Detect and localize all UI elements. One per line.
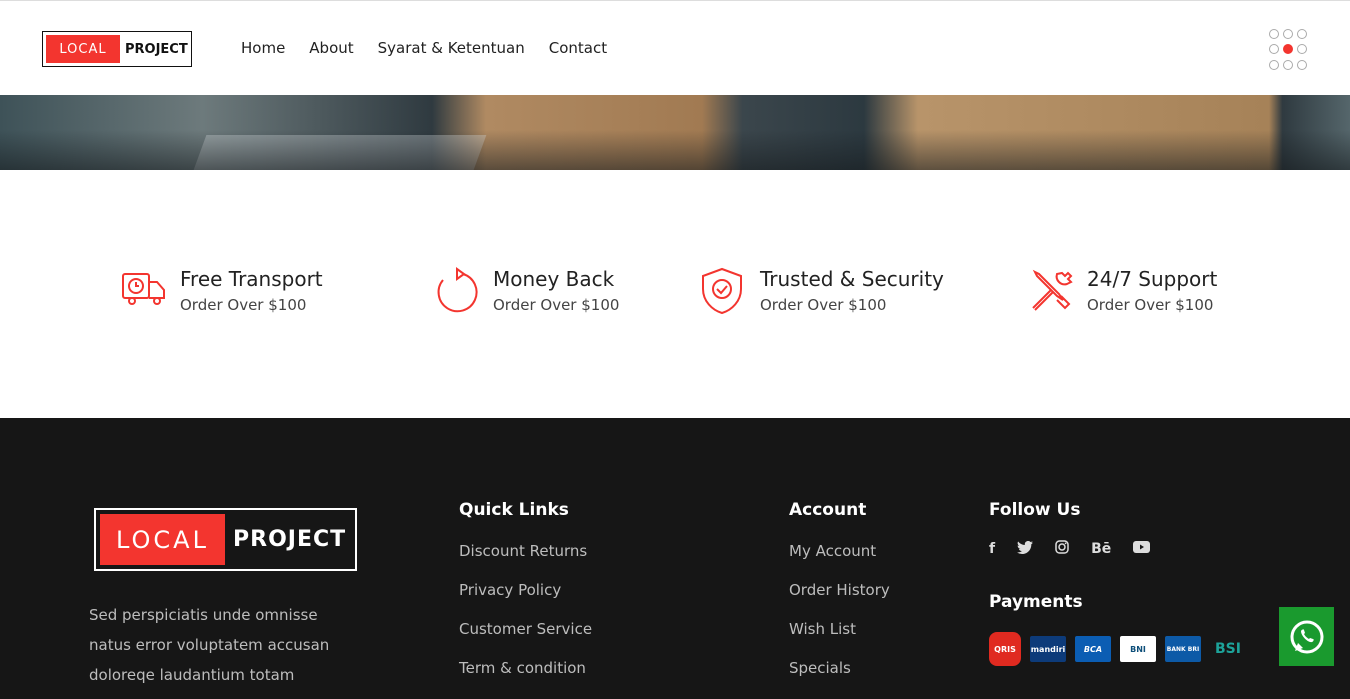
nav-contact[interactable]: Contact <box>549 39 607 57</box>
feature-title: 24/7 Support <box>1087 267 1218 291</box>
link-my-account[interactable]: My Account <box>789 542 890 581</box>
feature-subtitle: Order Over $100 <box>760 296 887 314</box>
logo-project: PROJECT <box>233 527 347 552</box>
bri-logo: BANK BRI <box>1165 636 1201 662</box>
dots-grid-icon[interactable] <box>1269 29 1311 71</box>
feature-support: 24/7 Support Order Over $100 <box>1027 266 1217 316</box>
nav-about[interactable]: About <box>309 39 353 57</box>
truck-icon <box>122 273 165 305</box>
feature-subtitle: Order Over $100 <box>493 296 620 314</box>
logo-local: LOCAL <box>100 514 225 565</box>
account-title: Account <box>789 500 867 520</box>
payment-methods: QRIS mandiri BCA BNI BANK BRI BSI <box>989 632 1255 666</box>
features-section: Free Transport Order Over $100 Money Bac… <box>0 170 1350 418</box>
link-privacy-policy[interactable]: Privacy Policy <box>459 581 592 620</box>
site-logo[interactable]: LOCAL PROJECT <box>42 31 192 67</box>
social-links: f Bē <box>989 540 1255 558</box>
link-wish-list[interactable]: Wish List <box>789 620 890 659</box>
youtube-icon[interactable] <box>1133 541 1151 557</box>
feature-trusted-security: Trusted & Security Order Over $100 <box>700 266 944 316</box>
logo-project: PROJECT <box>125 41 188 57</box>
feature-title: Trusted & Security <box>760 267 944 291</box>
follow-title: Follow Us <box>989 500 1081 520</box>
main-nav: Home About Syarat & Ketentuan Contact <box>241 39 631 57</box>
feature-title: Money Back <box>493 267 615 291</box>
logo-local: LOCAL <box>46 35 120 63</box>
link-order-history[interactable]: Order History <box>789 581 890 620</box>
link-customer-service[interactable]: Customer Service <box>459 620 592 659</box>
link-discount-returns[interactable]: Discount Returns <box>459 542 592 581</box>
facebook-icon[interactable]: f <box>989 541 995 557</box>
instagram-icon[interactable] <box>1055 540 1069 558</box>
twitter-icon[interactable] <box>1017 540 1034 558</box>
quick-links-title: Quick Links <box>459 500 569 520</box>
shield-check-icon <box>702 267 742 315</box>
feature-title: Free Transport <box>180 267 323 291</box>
nav-home[interactable]: Home <box>241 39 285 57</box>
link-specials[interactable]: Specials <box>789 659 890 698</box>
hero-banner-image <box>0 95 1350 170</box>
feature-money-back: Money Back Order Over $100 <box>433 266 619 316</box>
refresh-icon <box>437 267 478 313</box>
feature-subtitle: Order Over $100 <box>180 296 307 314</box>
link-terms[interactable]: Term & condition <box>459 659 592 698</box>
bni-logo: BNI <box>1120 636 1156 662</box>
account-column: Account My Account Order History Wish Li… <box>789 500 890 698</box>
qris-logo: QRIS <box>989 632 1021 666</box>
site-header: LOCAL PROJECT Home About Syarat & Ketent… <box>0 0 1350 95</box>
bsi-logo: BSI <box>1215 641 1241 657</box>
nav-terms[interactable]: Syarat & Ketentuan <box>378 39 525 57</box>
behance-icon[interactable]: Bē <box>1091 541 1111 557</box>
bca-logo: BCA <box>1075 636 1111 662</box>
tools-icon <box>1032 269 1073 311</box>
footer-about-text: Sed perspiciatis unde omnisse natus erro… <box>89 606 330 684</box>
site-footer: LOCAL PROJECT Sed perspiciatis unde omni… <box>0 418 1350 699</box>
payments-title: Payments <box>989 592 1083 612</box>
whatsapp-icon <box>1290 620 1323 653</box>
feature-free-transport: Free Transport Order Over $100 <box>120 266 323 316</box>
quick-links-column: Quick Links Discount Returns Privacy Pol… <box>459 500 592 698</box>
feature-subtitle: Order Over $100 <box>1087 296 1214 314</box>
whatsapp-button[interactable] <box>1279 607 1334 666</box>
footer-logo[interactable]: LOCAL PROJECT <box>94 508 357 571</box>
follow-column: Follow Us f Bē Payments QRIS mandiri BCA… <box>989 500 1255 666</box>
mandiri-logo: mandiri <box>1030 636 1066 662</box>
